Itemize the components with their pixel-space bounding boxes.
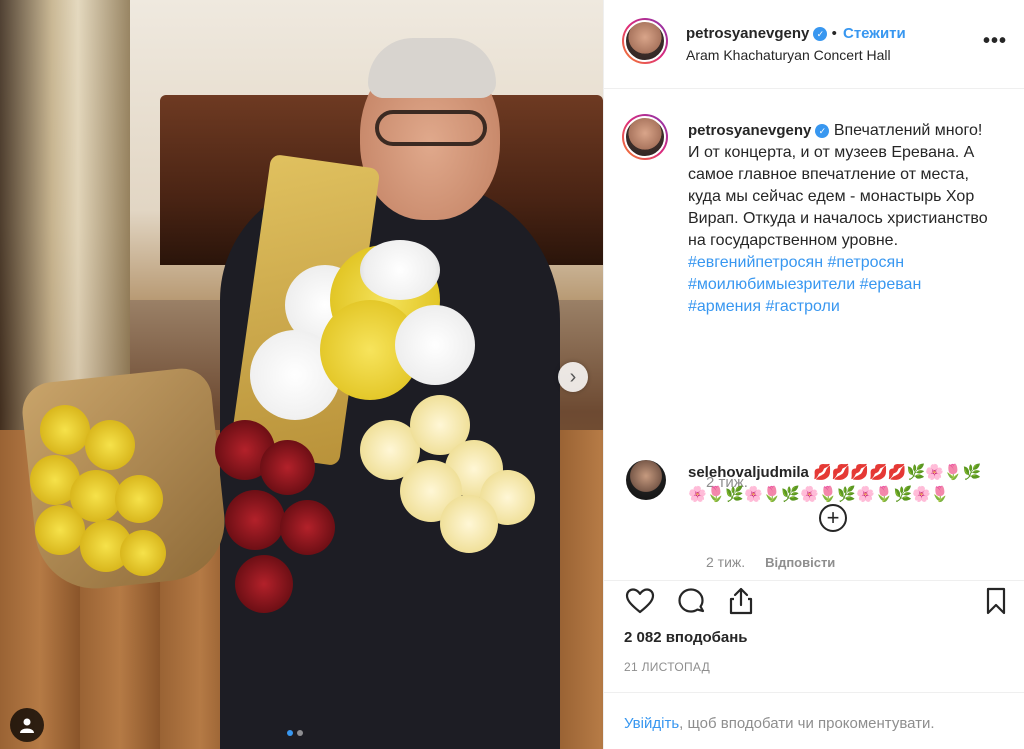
photo-yellow-rose [40, 405, 90, 455]
photo-yellow-rose [120, 530, 166, 576]
caption-text: petrosyanevgeny ✓ Впечатлений много! И от… [688, 120, 998, 318]
bookmark-icon [986, 587, 1006, 615]
post-photo[interactable]: › [0, 0, 603, 749]
tagged-user-button[interactable] [10, 708, 44, 742]
carousel-dot-active [287, 730, 293, 736]
commenter-avatar[interactable] [626, 460, 666, 500]
verified-badge-icon: ✓ [813, 27, 828, 41]
comment-timestamp[interactable]: 2 тиж. [706, 554, 745, 570]
comment-button[interactable] [675, 585, 707, 617]
photo-chrysanthemum [360, 240, 440, 300]
photo-yellow-rose [115, 475, 163, 523]
chevron-right-icon: › [569, 366, 577, 388]
caption-hashtags[interactable]: #евгенийпетросян #петросян #моилюбимыезр… [688, 254, 921, 315]
more-options-icon[interactable]: ••• [983, 30, 1007, 53]
caption-body: Впечатлений много! И от концерта, и от м… [688, 122, 988, 249]
verified-badge-icon: ✓ [815, 124, 830, 138]
post-actions: 2 082 вподобань 21 ЛИСТОПАД Увійдіть, що… [604, 580, 1024, 749]
carousel-dot [297, 730, 303, 736]
like-button[interactable] [624, 585, 656, 617]
follow-button[interactable]: Стежити [843, 25, 906, 42]
location-link[interactable]: Aram Khachaturyan Concert Hall [686, 47, 891, 63]
caption-author-avatar[interactable] [622, 114, 668, 160]
photo-yellow-rose [85, 420, 135, 470]
save-button[interactable] [980, 585, 1012, 617]
photo-red-rose [235, 555, 293, 613]
photo-glasses [375, 110, 487, 146]
heart-icon [625, 588, 655, 614]
share-icon [729, 587, 753, 615]
photo-red-rose [225, 490, 285, 550]
carousel-dots [287, 730, 303, 736]
post-header: petrosyanevgeny ✓ • Стежити Aram Khachatu… [604, 0, 1024, 89]
photo-hair [368, 38, 496, 98]
plus-icon: + [826, 505, 840, 530]
likes-count[interactable]: 2 082 вподобань [624, 629, 748, 646]
post-date[interactable]: 21 ЛИСТОПАД [624, 660, 710, 674]
load-more-comments-button[interactable]: + [819, 504, 847, 532]
photo-red-rose [260, 440, 315, 495]
carousel-next-button[interactable]: › [558, 362, 588, 392]
comment-text: selehovaljudmila 💋💋💋💋💋🌿🌸🌷🌿🌸🌷🌿🌸🌷🌿🌸🌷🌿🌸🌷🌿🌸🌷 [688, 462, 998, 506]
post-side-panel: petrosyanevgeny ✓ • Стежити Aram Khachatu… [603, 0, 1024, 749]
author-line: petrosyanevgeny ✓ • Стежити [686, 25, 906, 42]
login-prompt: Увійдіть, щоб вподобати чи прокоментуват… [604, 692, 1024, 749]
login-link[interactable]: Увійдіть [624, 715, 679, 732]
caption-username[interactable]: petrosyanevgeny [688, 122, 811, 139]
photo-chrysanthemum [395, 305, 475, 385]
comment-icon [678, 588, 705, 613]
user-icon [20, 718, 34, 733]
share-button[interactable] [725, 585, 757, 617]
photo-red-rose [280, 500, 335, 555]
author-avatar[interactable] [622, 18, 668, 64]
commenter-username[interactable]: selehovaljudmila [688, 464, 809, 481]
login-prompt-text: , щоб вподобати чи прокоментувати. [679, 715, 935, 732]
author-username[interactable]: petrosyanevgeny [686, 25, 809, 42]
comment-meta: 2 тиж. Відповісти [706, 554, 835, 570]
photo-yellow-rose [35, 505, 85, 555]
photo-cream-rose [440, 495, 498, 553]
reply-button[interactable]: Відповісти [765, 555, 835, 570]
